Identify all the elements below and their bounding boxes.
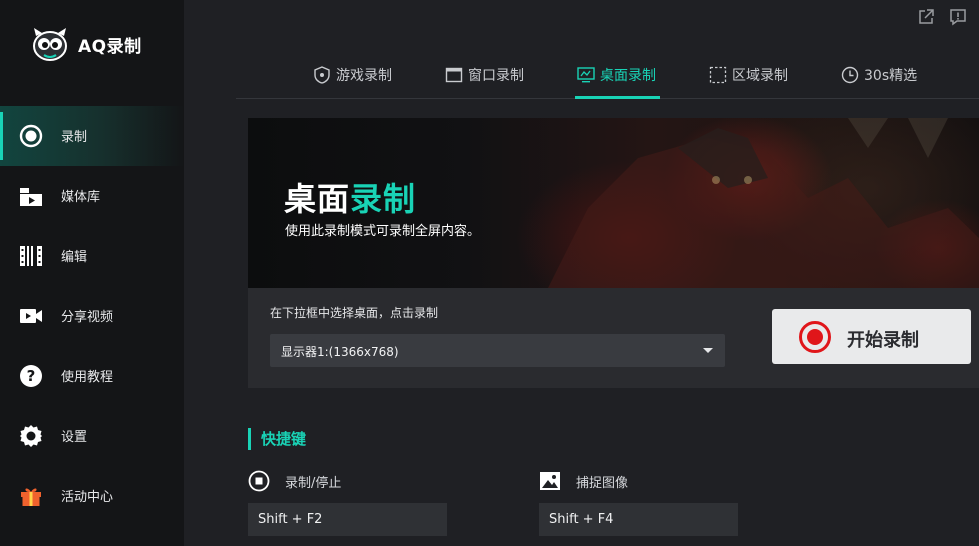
media-library-icon bbox=[19, 184, 43, 208]
sidebar-item-media-library[interactable]: 媒体库 bbox=[0, 166, 184, 226]
tab-window-recording[interactable]: 窗口录制 bbox=[445, 52, 524, 98]
gift-icon bbox=[19, 484, 43, 508]
window-icon bbox=[445, 66, 463, 84]
hotkey-value: Shift + F2 bbox=[258, 512, 323, 527]
tab-desktop-recording[interactable]: 桌面录制 bbox=[575, 52, 660, 99]
gamepad-shield-icon bbox=[313, 66, 331, 84]
desktop-select-panel: 在下拉框中选择桌面，点击录制 显示器1:(1366x768) 开始录制 bbox=[248, 288, 979, 388]
hotkey-record-stop-label: 录制/停止 bbox=[248, 470, 341, 492]
banner-subtitle: 使用此录制模式可录制全屏内容。 bbox=[285, 224, 481, 239]
display-select[interactable]: 显示器1:(1366x768) bbox=[270, 334, 725, 367]
sidebar-item-label: 媒体库 bbox=[61, 190, 101, 205]
sidebar-item-tutorial[interactable]: ? 使用教程 bbox=[0, 346, 184, 406]
hotkey-capture-image-field[interactable]: Shift + F4 bbox=[539, 503, 738, 536]
tab-30s-highlights[interactable]: 30s精选 bbox=[841, 52, 917, 98]
sidebar-item-label: 编辑 bbox=[61, 250, 88, 265]
record-dot-icon bbox=[799, 321, 831, 353]
banner-title-accent: 录制 bbox=[350, 180, 417, 218]
video-camera-icon bbox=[19, 304, 43, 328]
sidebar-item-label: 录制 bbox=[61, 130, 88, 145]
sidebar-item-settings[interactable]: 设置 bbox=[0, 406, 184, 466]
hotkey-label-text: 捕捉图像 bbox=[576, 475, 629, 491]
sidebar-item-edit[interactable]: 编辑 bbox=[0, 226, 184, 286]
monitor-icon bbox=[577, 66, 595, 84]
sidebar-item-record[interactable]: 录制 bbox=[0, 106, 184, 166]
hotkey-record-stop-field[interactable]: Shift + F2 bbox=[248, 503, 447, 536]
sidebar-item-label: 活动中心 bbox=[61, 490, 114, 505]
feedback-icon[interactable] bbox=[949, 8, 967, 26]
record-icon bbox=[19, 124, 43, 148]
tab-region-recording[interactable]: 区域录制 bbox=[709, 52, 788, 98]
gear-icon bbox=[19, 424, 43, 448]
sidebar-item-label: 分享视频 bbox=[61, 310, 114, 325]
chevron-down-icon bbox=[703, 348, 713, 353]
hotkey-value: Shift + F4 bbox=[549, 512, 614, 527]
sidebar-nav: 录制 媒体库 编辑 分享视频 ? 使用教程 设置 活动中心 bbox=[0, 106, 184, 526]
sidebar-item-label: 使用教程 bbox=[61, 370, 114, 385]
help-icon: ? bbox=[19, 364, 43, 388]
start-recording-label: 开始录制 bbox=[847, 330, 919, 351]
window-controls bbox=[889, 0, 979, 36]
recording-mode-tabs: 游戏录制 窗口录制 桌面录制 区域录制 30s精选 bbox=[236, 52, 979, 99]
tab-game-recording[interactable]: 游戏录制 bbox=[313, 52, 392, 98]
banner-title-main: 桌面 bbox=[284, 180, 351, 218]
region-select-icon bbox=[709, 66, 727, 84]
stop-circle-icon bbox=[248, 470, 270, 492]
start-recording-button[interactable]: 开始录制 bbox=[772, 309, 971, 364]
hotkey-capture-image-label: 捕捉图像 bbox=[539, 470, 628, 492]
tab-label: 游戏录制 bbox=[336, 68, 392, 84]
tab-label: 桌面录制 bbox=[600, 68, 656, 84]
sidebar-item-label: 设置 bbox=[61, 430, 88, 445]
tab-label: 窗口录制 bbox=[468, 68, 524, 84]
app-logo: AQ录制 bbox=[30, 26, 142, 62]
clock-icon bbox=[841, 66, 859, 84]
tab-label: 30s精选 bbox=[864, 68, 918, 84]
external-link-icon[interactable] bbox=[917, 8, 935, 26]
sidebar: AQ录制 录制 媒体库 编辑 分享视频 ? 使用教程 设置 活动中心 bbox=[0, 0, 184, 546]
logo-text: AQ录制 bbox=[78, 36, 142, 57]
display-select-value: 显示器1:(1366x768) bbox=[281, 345, 399, 359]
banner-title: 桌面录制 bbox=[284, 174, 416, 220]
film-edit-icon bbox=[19, 244, 43, 268]
tab-label: 区域录制 bbox=[732, 68, 788, 84]
image-capture-icon bbox=[539, 470, 561, 492]
sidebar-item-share-video[interactable]: 分享视频 bbox=[0, 286, 184, 346]
select-desktop-hint: 在下拉框中选择桌面，点击录制 bbox=[270, 306, 439, 320]
svg-text:?: ? bbox=[27, 367, 36, 385]
hotkeys-section-title: 快捷键 bbox=[248, 428, 306, 450]
logo-mascot-icon bbox=[30, 26, 70, 62]
mode-banner: 桌面录制 使用此录制模式可录制全屏内容。 bbox=[248, 118, 979, 288]
hotkey-label-text: 录制/停止 bbox=[285, 475, 342, 491]
sidebar-item-activity-center[interactable]: 活动中心 bbox=[0, 466, 184, 526]
